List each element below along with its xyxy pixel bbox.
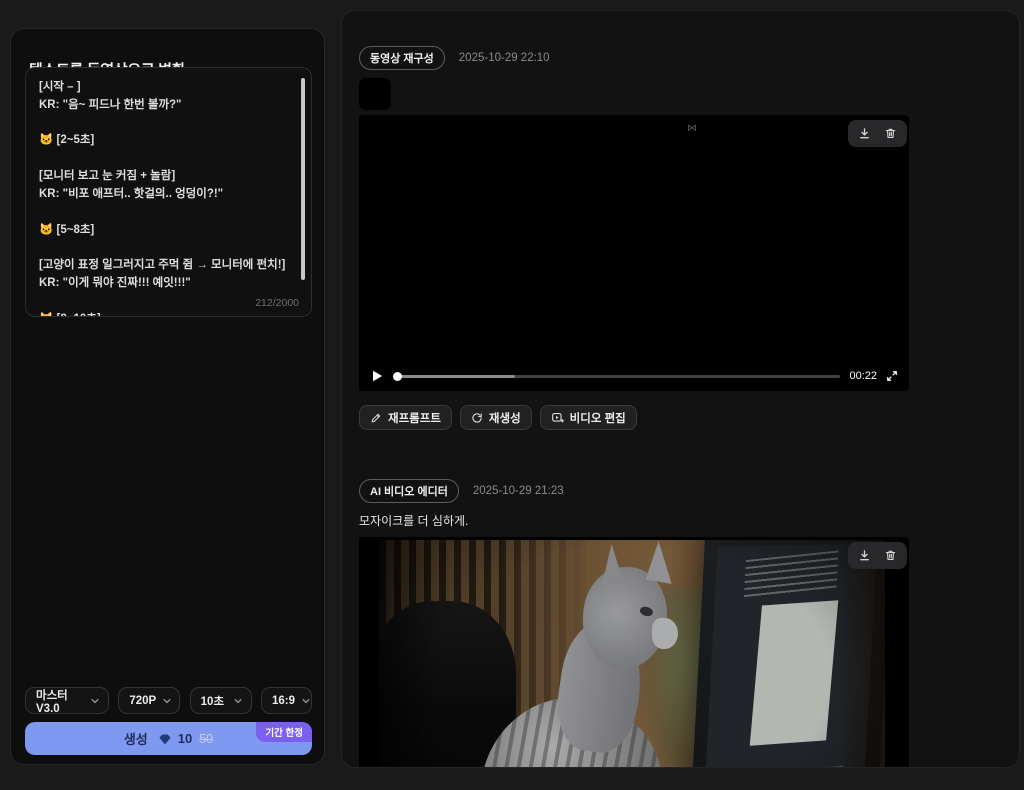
timestamp: 2025-10-29 21:23 [473,485,564,497]
video-player[interactable] [359,537,909,768]
generate-label: 생성 [124,729,148,748]
text-to-video-panel: 텍스트를 동영상으로 변환 [시작 – ] KR: "음~ 피드나 한번 볼까?… [10,28,325,765]
refresh-icon [471,412,483,424]
trash-icon[interactable] [884,127,897,140]
video-frame-cat-at-computer [379,540,885,768]
user-prompt-text: 모자이크를 더 심하게. [359,512,909,529]
download-icon[interactable] [858,127,871,140]
credit-gem-icon [159,733,171,745]
reprompt-button[interactable]: 재프롬프트 [359,405,452,430]
duration-select-value: 10초 [201,693,224,709]
reprompt-label: 재프롬프트 [388,410,441,426]
char-counter: 212/2000 [255,297,299,309]
fullscreen-icon[interactable] [886,370,898,382]
chevron-down-icon [162,696,172,706]
progress-bar[interactable] [400,375,840,378]
source-image-thumbnail[interactable] [359,78,391,110]
model-select[interactable]: 마스터 V3.0 [25,687,109,714]
media-actions-group [848,120,907,147]
message-header: AI 비디오 에디터 2025-10-29 21:23 [359,480,909,502]
buffered-segment [400,375,515,378]
prompt-text: [시작 – ] KR: "음~ 피드나 한번 볼까?" 🐱 [2~5초] [모니… [39,79,291,317]
regenerate-button[interactable]: 재생성 [460,405,532,430]
resolution-select-value: 720P [129,695,156,707]
video-duration: 00:22 [849,370,877,382]
generate-button[interactable]: 생성 10 50 기간 한정 [25,722,312,755]
regenerate-label: 재생성 [489,410,521,426]
trash-icon[interactable] [884,549,897,562]
chevron-down-icon [90,696,100,706]
aspect-ratio-select-value: 16:9 [272,695,295,707]
limited-time-badge: 기간 한정 [256,722,312,742]
aspect-ratio-select[interactable]: 16:9 [261,687,312,714]
credit-original-cost: 50 [199,732,213,746]
video-player[interactable]: ⋈ 00:22 [359,115,909,391]
video-edit-button[interactable]: 비디오 편집 [540,405,637,430]
chevron-down-icon [233,696,243,706]
prompt-textarea[interactable]: [시작 – ] KR: "음~ 피드나 한번 볼까?" 🐱 [2~5초] [모니… [25,67,312,317]
media-actions-group [848,542,907,569]
message-header: 동영상 재구성 2025-10-29 22:10 [359,47,909,69]
task-type-badge: AI 비디오 에디터 [359,479,459,503]
video-edit-label: 비디오 편집 [570,410,626,426]
model-select-value: 마스터 V3.0 [36,687,84,715]
duration-select[interactable]: 10초 [190,687,252,714]
video-watermark-icon: ⋈ [687,123,697,134]
video-actions-row: 재프롬프트 재생성 비디오 편집 [359,405,909,430]
video-edit-icon [551,411,564,424]
player-controls: 00:22 [370,368,898,384]
history-panel: 동영상 재구성 2025-10-29 22:10 ⋈ 00:22 [341,10,1020,768]
credit-cost: 10 [178,731,192,746]
pencil-icon [370,412,382,424]
generation-options-row: 마스터 V3.0 720P 10초 16:9 [25,687,312,714]
textarea-scrollbar[interactable] [301,78,305,280]
task-type-badge: 동영상 재구성 [359,46,445,70]
chevron-down-icon [301,696,311,706]
resolution-select[interactable]: 720P [118,687,180,714]
download-icon[interactable] [858,549,871,562]
scrubber-handle[interactable] [393,372,402,381]
play-icon[interactable] [370,369,384,383]
timestamp: 2025-10-29 22:10 [459,52,550,64]
